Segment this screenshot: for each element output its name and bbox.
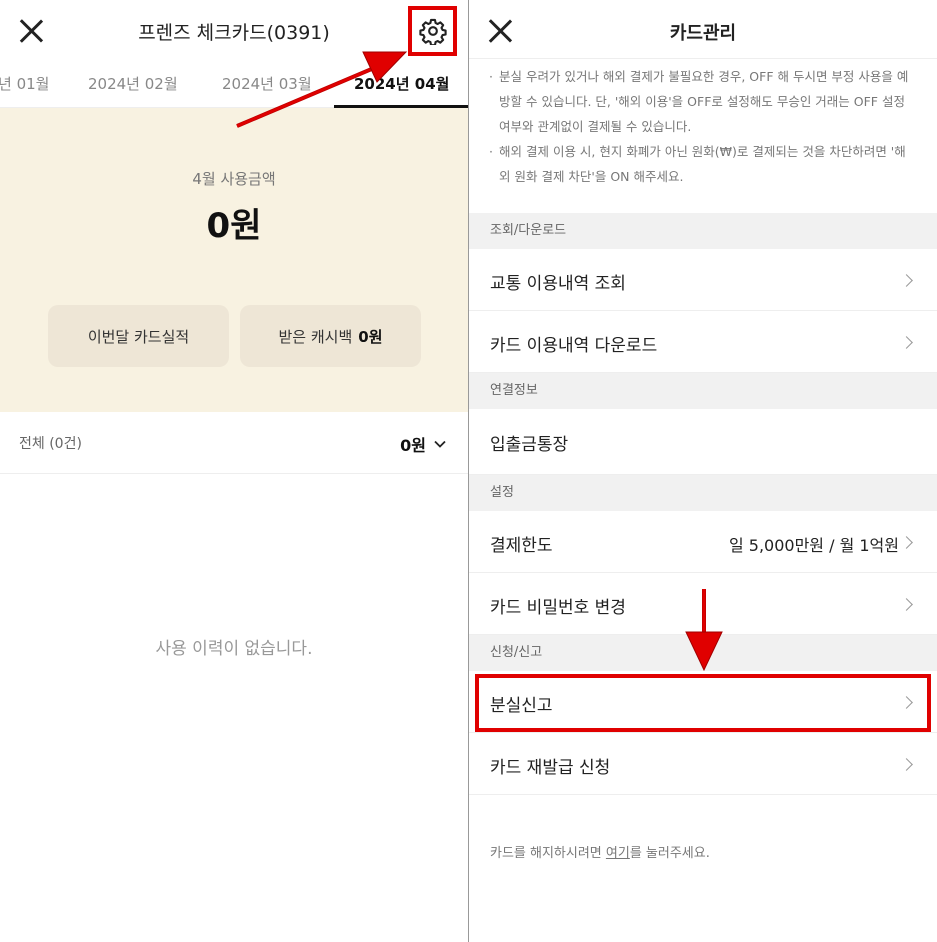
- gear-icon: [418, 18, 447, 45]
- tab-month-04[interactable]: 2024년 04월: [354, 73, 449, 94]
- row-label: 결제한도: [490, 536, 553, 556]
- row-label: 카드 재발급 신청: [490, 758, 611, 778]
- page-title: 프렌즈 체크카드(0391): [138, 22, 330, 44]
- card-management-screen: 카드관리 분실 우려가 있거나 해외 결제가 불필요한 경우, OFF 해 두시…: [469, 0, 937, 942]
- row-label: 카드 비밀번호 변경: [490, 598, 626, 618]
- chevron-right-icon: [900, 598, 913, 611]
- chevron-right-icon: [900, 336, 913, 349]
- row-label: 분실신고: [490, 696, 553, 716]
- chevron-right-icon: [900, 536, 913, 549]
- cashback-value: 0원: [358, 327, 383, 346]
- transit-history-row[interactable]: 교통 이용내역 조회: [469, 249, 937, 311]
- chevron-right-icon: [900, 274, 913, 287]
- payment-limit-value: 일 5,000만원 / 월 1억원: [728, 536, 899, 555]
- footer-prefix: 카드를 해지하시려면: [490, 846, 606, 861]
- card-performance-button[interactable]: 이번달 카드실적: [48, 305, 229, 367]
- filter-row: 전체 (0건) 0원: [0, 412, 468, 474]
- chevron-right-icon: [900, 758, 913, 771]
- change-pin-row[interactable]: 카드 비밀번호 변경: [469, 573, 937, 635]
- section-header-linked: 연결정보: [469, 373, 937, 409]
- section-header-request: 신청/신고: [469, 635, 937, 671]
- chevron-right-icon: [900, 696, 913, 709]
- row-label: 카드 이용내역 다운로드: [490, 336, 658, 356]
- section-header-inquiry: 조회/다운로드: [469, 213, 937, 249]
- notice-item: 분실 우려가 있거나 해외 결제가 불필요한 경우, OFF 해 두시면 부정 …: [489, 64, 917, 139]
- footer-suffix: 를 눌러주세요.: [629, 846, 710, 861]
- card-usage-screen: 프렌즈 체크카드(0391) 년 01월 2024년 02월 2024년 03월…: [0, 0, 468, 942]
- page-title: 카드관리: [669, 23, 737, 44]
- tab-month-02[interactable]: 2024년 02월: [88, 73, 178, 94]
- row-label: 입출금통장: [490, 435, 569, 455]
- filter-total: 0원: [400, 436, 426, 455]
- cancel-card-note: 카드를 해지하시려면 여기를 눌러주세요.: [490, 842, 710, 861]
- filter-label[interactable]: 전체 (0건): [19, 433, 82, 453]
- total-dropdown[interactable]: 0원: [400, 432, 446, 456]
- payment-limit-row[interactable]: 결제한도 일 5,000만원 / 월 1억원: [469, 511, 937, 573]
- header-divider: [469, 58, 937, 59]
- tab-month-03[interactable]: 2024년 03월: [222, 73, 312, 94]
- section-header-settings: 설정: [469, 475, 937, 511]
- reissue-card-row[interactable]: 카드 재발급 신청: [469, 733, 937, 795]
- row-label: 교통 이용내역 조회: [490, 274, 626, 294]
- chevron-down-icon: [434, 440, 446, 448]
- usage-amount: 0원: [206, 206, 262, 246]
- card-performance-label: 이번달 카드실적: [87, 327, 190, 346]
- report-lost-row[interactable]: 분실신고: [469, 671, 937, 733]
- cashback-button[interactable]: 받은 캐시백 0원: [240, 305, 421, 367]
- top-bar: 프렌즈 체크카드(0391): [0, 0, 468, 62]
- usage-summary: 4월 사용금액 0원 이번달 카드실적 받은 캐시백 0원: [0, 108, 468, 412]
- month-tabs: 년 01월 2024년 02월 2024년 03월 2024년 04월: [0, 62, 468, 108]
- notice-item: 해외 결제 이용 시, 현지 화폐가 아닌 원화(₩)로 결제되는 것을 차단하…: [489, 139, 917, 189]
- tab-month-01[interactable]: 년 01월: [0, 73, 49, 94]
- download-history-row[interactable]: 카드 이용내역 다운로드: [469, 311, 937, 373]
- bank-account-row[interactable]: 입출금통장: [469, 409, 937, 475]
- settings-button[interactable]: [408, 6, 457, 56]
- cancel-card-link[interactable]: 여기: [606, 846, 630, 861]
- usage-label: 4월 사용금액: [192, 170, 276, 188]
- cashback-label: 받은 캐시백: [278, 327, 353, 346]
- notice-text: 분실 우려가 있거나 해외 결제가 불필요한 경우, OFF 해 두시면 부정 …: [489, 64, 917, 189]
- empty-state-text: 사용 이력이 없습니다.: [155, 639, 313, 659]
